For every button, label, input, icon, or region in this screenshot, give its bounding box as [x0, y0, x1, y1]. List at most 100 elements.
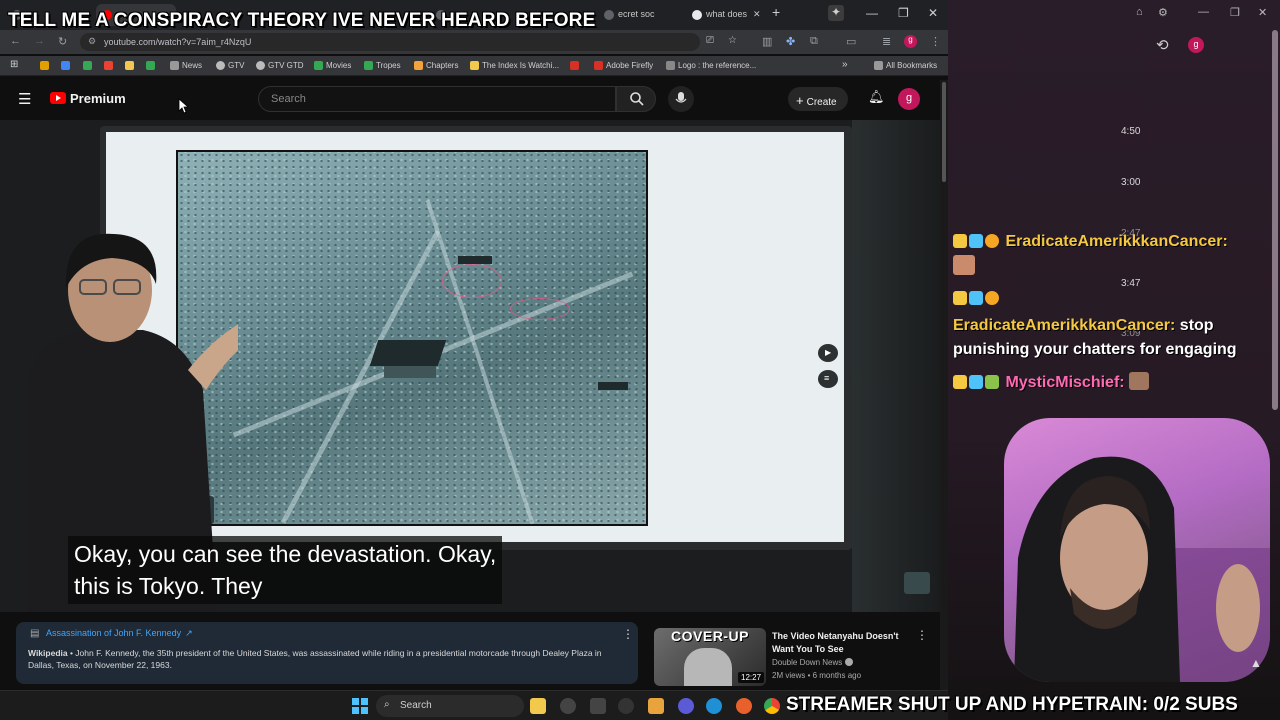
profile-avatar[interactable]: g — [904, 35, 917, 48]
crown-badge-icon — [953, 291, 967, 305]
all-bookmarks[interactable]: All Bookmarks — [874, 61, 937, 71]
hamburger-menu-icon[interactable]: ☰ — [18, 90, 31, 108]
extensions-puzzle-icon[interactable]: ⧉ — [810, 35, 818, 48]
firefox-icon[interactable] — [736, 698, 752, 714]
info-panel-card[interactable]: ▤ Assassination of John F. Kennedy ↗ ⋮ Wi… — [16, 622, 638, 684]
scrollbar-thumb[interactable] — [942, 82, 946, 182]
bookmark-chapters[interactable]: Chapters — [414, 61, 458, 71]
browser-tab[interactable]: ecret soc — [598, 4, 680, 26]
address-bar-row: ← → ↻ ⚙ youtube.com/watch?v=7aim_r4NzqU … — [0, 30, 948, 54]
more-options-icon[interactable]: ⋮ — [916, 628, 928, 642]
account-avatar[interactable]: g — [898, 88, 920, 110]
chat-timestamp: 4:50 — [1121, 126, 1141, 137]
extension-icon[interactable]: ✤ — [786, 35, 795, 48]
video-player[interactable]: ▶ ≡ Okay, you can see the devastation. O… — [0, 120, 940, 612]
browser-menu-icon[interactable]: ⋮ — [930, 35, 941, 48]
bookmark-gtv[interactable]: GTV — [216, 61, 244, 71]
app-icon[interactable] — [560, 698, 576, 714]
app-icon[interactable] — [678, 698, 694, 714]
search-button[interactable] — [616, 86, 656, 112]
bookmark-icon[interactable] — [125, 61, 137, 71]
close-tab-icon[interactable]: ✕ — [753, 9, 761, 19]
forward-icon[interactable]: → — [34, 35, 45, 47]
app-icon[interactable] — [618, 698, 634, 714]
more-bookmarks-icon[interactable]: » — [842, 59, 848, 70]
browser-tab[interactable]: what does ✕ — [686, 4, 768, 26]
taskbar-search-input[interactable]: ⌕ Search — [376, 695, 524, 717]
reload-icon[interactable]: ↻ — [58, 35, 67, 48]
bookmark-gtv-gtd[interactable]: GTV GTD — [256, 61, 304, 71]
bookmark-star-icon[interactable]: ☆ — [728, 35, 737, 46]
settings-gear-icon[interactable]: ⚙ — [1158, 6, 1168, 19]
app-icon[interactable] — [590, 698, 606, 714]
bookmark-icon[interactable] — [104, 61, 116, 71]
sidebar-icon[interactable]: ▭ — [846, 35, 856, 48]
bookmark-icon[interactable] — [146, 61, 158, 71]
verified-badge-icon — [844, 658, 853, 666]
recommended-video-title[interactable]: The Video Netanyahu Doesn't Want You To … — [772, 630, 912, 656]
chrome-icon[interactable] — [764, 698, 780, 714]
recommended-video[interactable]: COVER-UP 12:27 The Video Netanyahu Doesn… — [654, 626, 940, 686]
history-icon[interactable]: ⟲ — [1156, 36, 1169, 54]
emote-icon — [953, 255, 975, 275]
info-card-title[interactable]: Assassination of John F. Kennedy ↗ — [28, 628, 626, 639]
bookmark-adobe-firefly[interactable]: Adobe Firefly — [594, 61, 653, 71]
thumbnail-face — [684, 648, 732, 686]
tab-favicon — [604, 9, 614, 20]
bookmark-icon[interactable] — [570, 61, 582, 71]
bookmark-icon[interactable] — [83, 61, 95, 71]
video-thumbnail[interactable]: COVER-UP 12:27 — [654, 628, 766, 686]
channel-watermark-icon[interactable] — [904, 572, 930, 594]
github-icon — [216, 61, 225, 71]
restore-icon[interactable]: ❐ — [898, 6, 909, 20]
more-options-icon[interactable]: ⋮ — [622, 627, 634, 641]
restore-icon[interactable]: ❐ — [1230, 6, 1240, 19]
apps-grid-icon[interactable]: ⊞ — [10, 59, 18, 70]
vlc-icon[interactable] — [648, 698, 664, 714]
play-icon[interactable]: ▶ — [818, 344, 838, 362]
chat-profile-avatar[interactable]: g — [1188, 37, 1204, 53]
windows-start-icon[interactable] — [352, 698, 368, 714]
extension-icon[interactable]: ▥ — [762, 35, 772, 48]
chat-username[interactable]: EradicateAmerikkkanCancer: — [953, 317, 1175, 334]
bookmark-news[interactable]: News — [170, 61, 202, 71]
collapse-chevron-icon[interactable]: ▲ — [1250, 656, 1262, 670]
chat-username[interactable]: EradicateAmerikkkanCancer: — [1005, 233, 1227, 250]
queue-icon[interactable]: ≡ — [818, 370, 838, 388]
youtube-logo-icon[interactable] — [50, 92, 66, 104]
url-field[interactable]: ⚙ youtube.com/watch?v=7aim_r4NzqU ⎚ ☆ — [80, 33, 737, 51]
youtube-search-input[interactable]: Search — [258, 86, 616, 112]
page-scrollbar[interactable] — [940, 80, 948, 690]
minimize-icon[interactable]: — — [1198, 6, 1209, 18]
create-button[interactable]: + Create — [788, 87, 848, 111]
notifications-bell-icon[interactable]: 🔔︎ — [868, 89, 885, 105]
minimize-icon[interactable]: — — [866, 6, 878, 20]
chat-username[interactable]: MysticMischief: — [1005, 374, 1124, 391]
bookmark-icon[interactable] — [40, 61, 52, 71]
back-icon[interactable]: ← — [10, 35, 21, 47]
bookmark-movies[interactable]: Movies — [314, 61, 351, 71]
site-info-icon[interactable]: ⚙ — [88, 36, 96, 47]
close-window-icon[interactable]: ✕ — [1258, 6, 1267, 19]
home-icon[interactable]: ⌂ — [1136, 6, 1143, 18]
bookmark-index[interactable]: The Index Is Watchi... — [470, 61, 559, 71]
external-link-icon: ↗ — [185, 628, 193, 638]
voice-search-button[interactable] — [668, 86, 694, 112]
close-window-icon[interactable]: ✕ — [928, 6, 938, 20]
mouse-cursor-icon — [178, 98, 188, 114]
channel-name[interactable]: Double Down News — [772, 658, 853, 667]
new-tab-icon[interactable]: + — [772, 4, 780, 20]
youtube-premium-logo[interactable]: Premium — [70, 91, 126, 106]
bookmark-logo-reference[interactable]: Logo : the reference... — [666, 61, 756, 71]
bookmark-tropes[interactable]: Tropes — [364, 61, 401, 71]
file-explorer-icon[interactable] — [530, 698, 546, 714]
bookmark-icon[interactable] — [61, 61, 73, 71]
install-app-icon[interactable]: ⎚ — [706, 35, 714, 46]
tab-search-icon[interactable]: ✦ — [828, 5, 844, 21]
edge-icon[interactable] — [706, 698, 722, 714]
media-control-icon[interactable]: ≣ — [882, 35, 891, 48]
caption-line: this is Tokyo. They — [74, 573, 263, 599]
microphone-icon — [675, 92, 687, 103]
stream-title-overlay: TELL ME A CONSPIRACY THEORY IVE NEVER HE… — [8, 10, 596, 31]
chat-scrollbar[interactable] — [1272, 30, 1278, 410]
